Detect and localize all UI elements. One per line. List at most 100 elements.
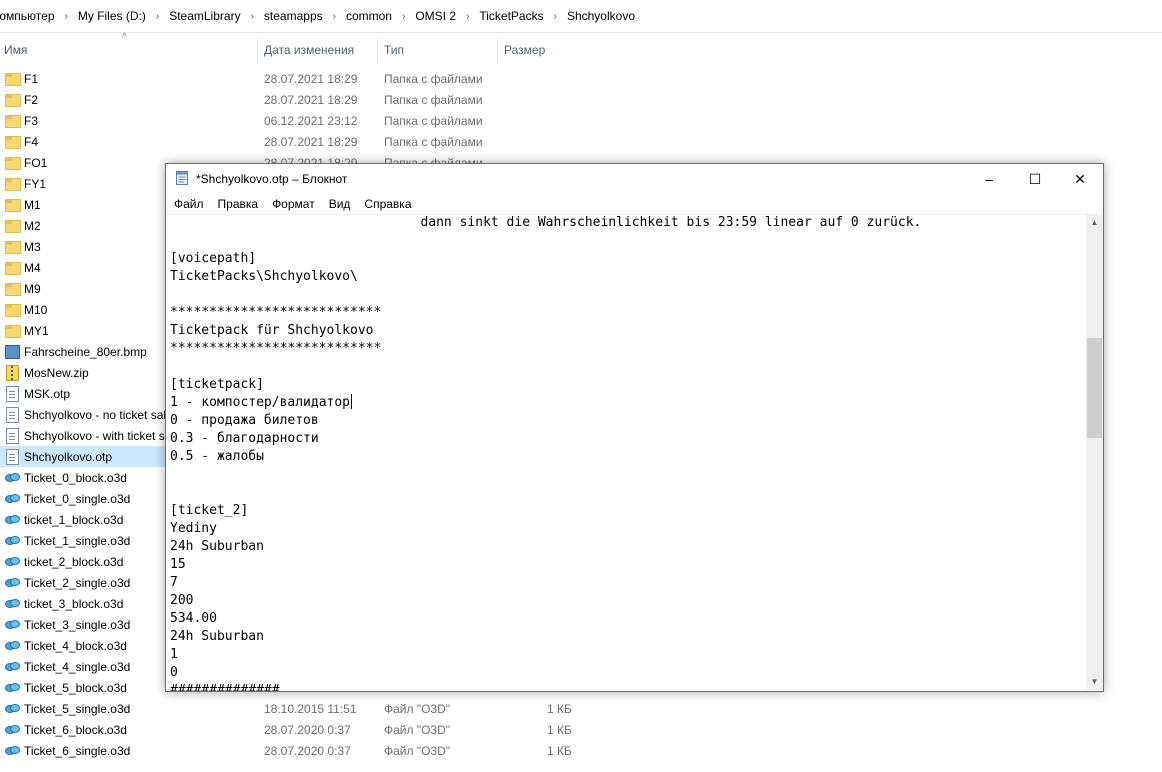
text-before-caret: dann sinkt die Wahrscheinlichkeit bis 23… <box>170 215 922 410</box>
breadcrumb-item[interactable]: Shchyolkovo <box>559 9 643 23</box>
3d-model-icon <box>5 554 20 568</box>
text-file-icon <box>5 449 20 465</box>
folder-icon <box>5 155 21 170</box>
text-file-icon <box>5 428 20 444</box>
column-header-type[interactable]: Тип <box>384 43 404 57</box>
file-type: Папка с файлами <box>384 72 483 86</box>
close-icon: ✕ <box>1074 170 1086 187</box>
file-name: ticket_1_block.o3d <box>24 513 124 527</box>
notepad-app-icon <box>176 171 188 185</box>
column-header-date[interactable]: Дата изменения <box>264 43 354 57</box>
3d-model-icon <box>5 638 20 652</box>
folder-icon <box>5 197 21 212</box>
file-name: Ticket_3_single.o3d <box>24 618 131 632</box>
scroll-up-button[interactable]: ▲ <box>1086 214 1103 231</box>
chevron-right-icon[interactable]: › <box>154 11 161 22</box>
file-row[interactable]: F3 06.12.2021 23:12 Папка с файлами <box>0 110 600 131</box>
zip-file-icon <box>5 365 20 381</box>
3d-model-icon <box>5 617 20 631</box>
scrollbar-thumb[interactable] <box>1087 338 1102 438</box>
3d-model-icon <box>5 470 20 484</box>
chevron-right-icon[interactable]: › <box>552 11 559 22</box>
breadcrumb-item[interactable]: OMSI 2 <box>407 9 464 23</box>
file-row[interactable]: F4 28.07.2021 18:29 Папка с файлами <box>0 131 600 152</box>
window-title: *Shchyolkovo.otp – Блокнот <box>196 172 348 186</box>
file-name: FY1 <box>24 177 47 191</box>
text-editor-area[interactable]: dann sinkt die Wahrscheinlichkeit bis 23… <box>166 214 1086 691</box>
chevron-right-icon[interactable]: › <box>249 11 256 22</box>
editor-text[interactable]: dann sinkt die Wahrscheinlichkeit bis 23… <box>166 215 922 691</box>
folder-icon <box>5 92 21 107</box>
menu-view[interactable]: Вид <box>321 194 357 214</box>
folder-icon <box>5 239 21 254</box>
file-row[interactable]: F2 28.07.2021 18:29 Папка с файлами <box>0 89 600 110</box>
3d-model-icon <box>5 680 20 694</box>
file-row[interactable]: Ticket_6_block.o3d 28.07.2020 0:37 Файл "O… <box>0 719 600 740</box>
chevron-right-icon[interactable]: › <box>63 11 70 22</box>
breadcrumb-item[interactable]: My Files (D:) <box>70 9 154 23</box>
file-row[interactable]: Ticket_5_single.o3d 18.10.2015 11:51 Файл … <box>0 698 600 719</box>
file-size: 1 КБ <box>547 744 572 758</box>
chevron-right-icon[interactable]: › <box>331 11 338 22</box>
3d-model-icon <box>5 575 20 589</box>
sort-ascending-icon: ^ <box>122 32 127 43</box>
file-type: Папка с файлами <box>384 135 483 149</box>
file-name: Ticket_6_single.o3d <box>24 744 131 758</box>
close-button[interactable]: ✕ <box>1057 164 1103 194</box>
file-row[interactable]: F1 28.07.2021 18:29 Папка с файлами <box>0 68 600 89</box>
file-name: ticket_2_block.o3d <box>24 555 124 569</box>
file-row[interactable]: Ticket_6_single.o3d 28.07.2020 0:37 Файл "… <box>0 740 600 761</box>
breadcrumb-item[interactable]: common <box>338 9 400 23</box>
file-name: M2 <box>24 219 41 233</box>
file-type: Папка с файлами <box>384 114 483 128</box>
breadcrumb-item[interactable]: компьютер <box>0 9 63 23</box>
vertical-scrollbar[interactable]: ▲ ▼ <box>1086 214 1103 690</box>
scroll-down-button[interactable]: ▼ <box>1086 673 1103 690</box>
file-name: Ticket_5_single.o3d <box>24 702 131 716</box>
file-name: Shchyolkovo - no ticket sal <box>24 408 167 422</box>
folder-icon <box>5 134 21 149</box>
file-name: FO1 <box>24 156 48 170</box>
text-after-caret: 0 - продажа билетов 0.3 - благодарности … <box>170 413 319 691</box>
text-file-icon <box>5 407 20 423</box>
column-header-name[interactable]: Имя <box>4 43 27 57</box>
3d-model-icon <box>5 533 20 547</box>
folder-icon <box>5 218 21 233</box>
menu-file[interactable]: Файл <box>166 194 210 214</box>
file-name: F1 <box>24 72 39 86</box>
chevron-right-icon[interactable]: › <box>464 11 471 22</box>
file-name: M4 <box>24 261 41 275</box>
file-name: Ticket_4_block.o3d <box>24 639 127 653</box>
menu-help[interactable]: Справка <box>356 194 417 214</box>
3d-model-icon <box>5 491 20 505</box>
breadcrumb-item[interactable]: steamapps <box>256 9 331 23</box>
file-type: Файл "O3D" <box>384 723 451 737</box>
file-name: Shchyolkovo.otp <box>24 450 113 464</box>
file-date: 28.07.2021 18:29 <box>264 135 358 149</box>
breadcrumb-item[interactable]: TicketPacks <box>471 9 551 23</box>
file-date: 28.07.2021 18:29 <box>264 93 358 107</box>
breadcrumb-items: компьютер › My Files (D:) › SteamLibrary › ste… <box>0 9 643 23</box>
column-divider[interactable] <box>257 38 258 64</box>
column-divider[interactable] <box>377 38 378 64</box>
3d-model-icon <box>5 512 20 526</box>
arrow-down-icon: ▼ <box>1090 677 1099 686</box>
maximize-button[interactable]: ☐ <box>1012 164 1058 194</box>
file-name: Shchyolkovo - with ticket s <box>24 429 165 443</box>
breadcrumb-item[interactable]: SteamLibrary <box>161 9 248 23</box>
chevron-right-icon[interactable]: › <box>400 11 407 22</box>
file-size: 1 КБ <box>547 702 572 716</box>
menu-format[interactable]: Формат <box>264 194 321 214</box>
minimize-button[interactable]: – <box>966 164 1012 194</box>
notepad-titlebar[interactable]: *Shchyolkovo.otp – Блокнот – ☐ ✕ <box>166 164 1103 194</box>
file-type: Файл "O3D" <box>384 744 451 758</box>
column-header-size[interactable]: Размер <box>504 43 545 57</box>
maximize-icon: ☐ <box>1028 170 1042 187</box>
notepad-window: *Shchyolkovo.otp – Блокнот – ☐ ✕ Файл Пр… <box>165 163 1104 692</box>
file-name: M3 <box>24 240 41 254</box>
menu-bar: Файл Правка Формат Вид Справка <box>166 194 1103 214</box>
text-caret <box>351 394 353 409</box>
column-divider[interactable] <box>497 38 498 64</box>
menu-edit[interactable]: Правка <box>210 194 265 214</box>
image-file-icon <box>5 344 20 359</box>
